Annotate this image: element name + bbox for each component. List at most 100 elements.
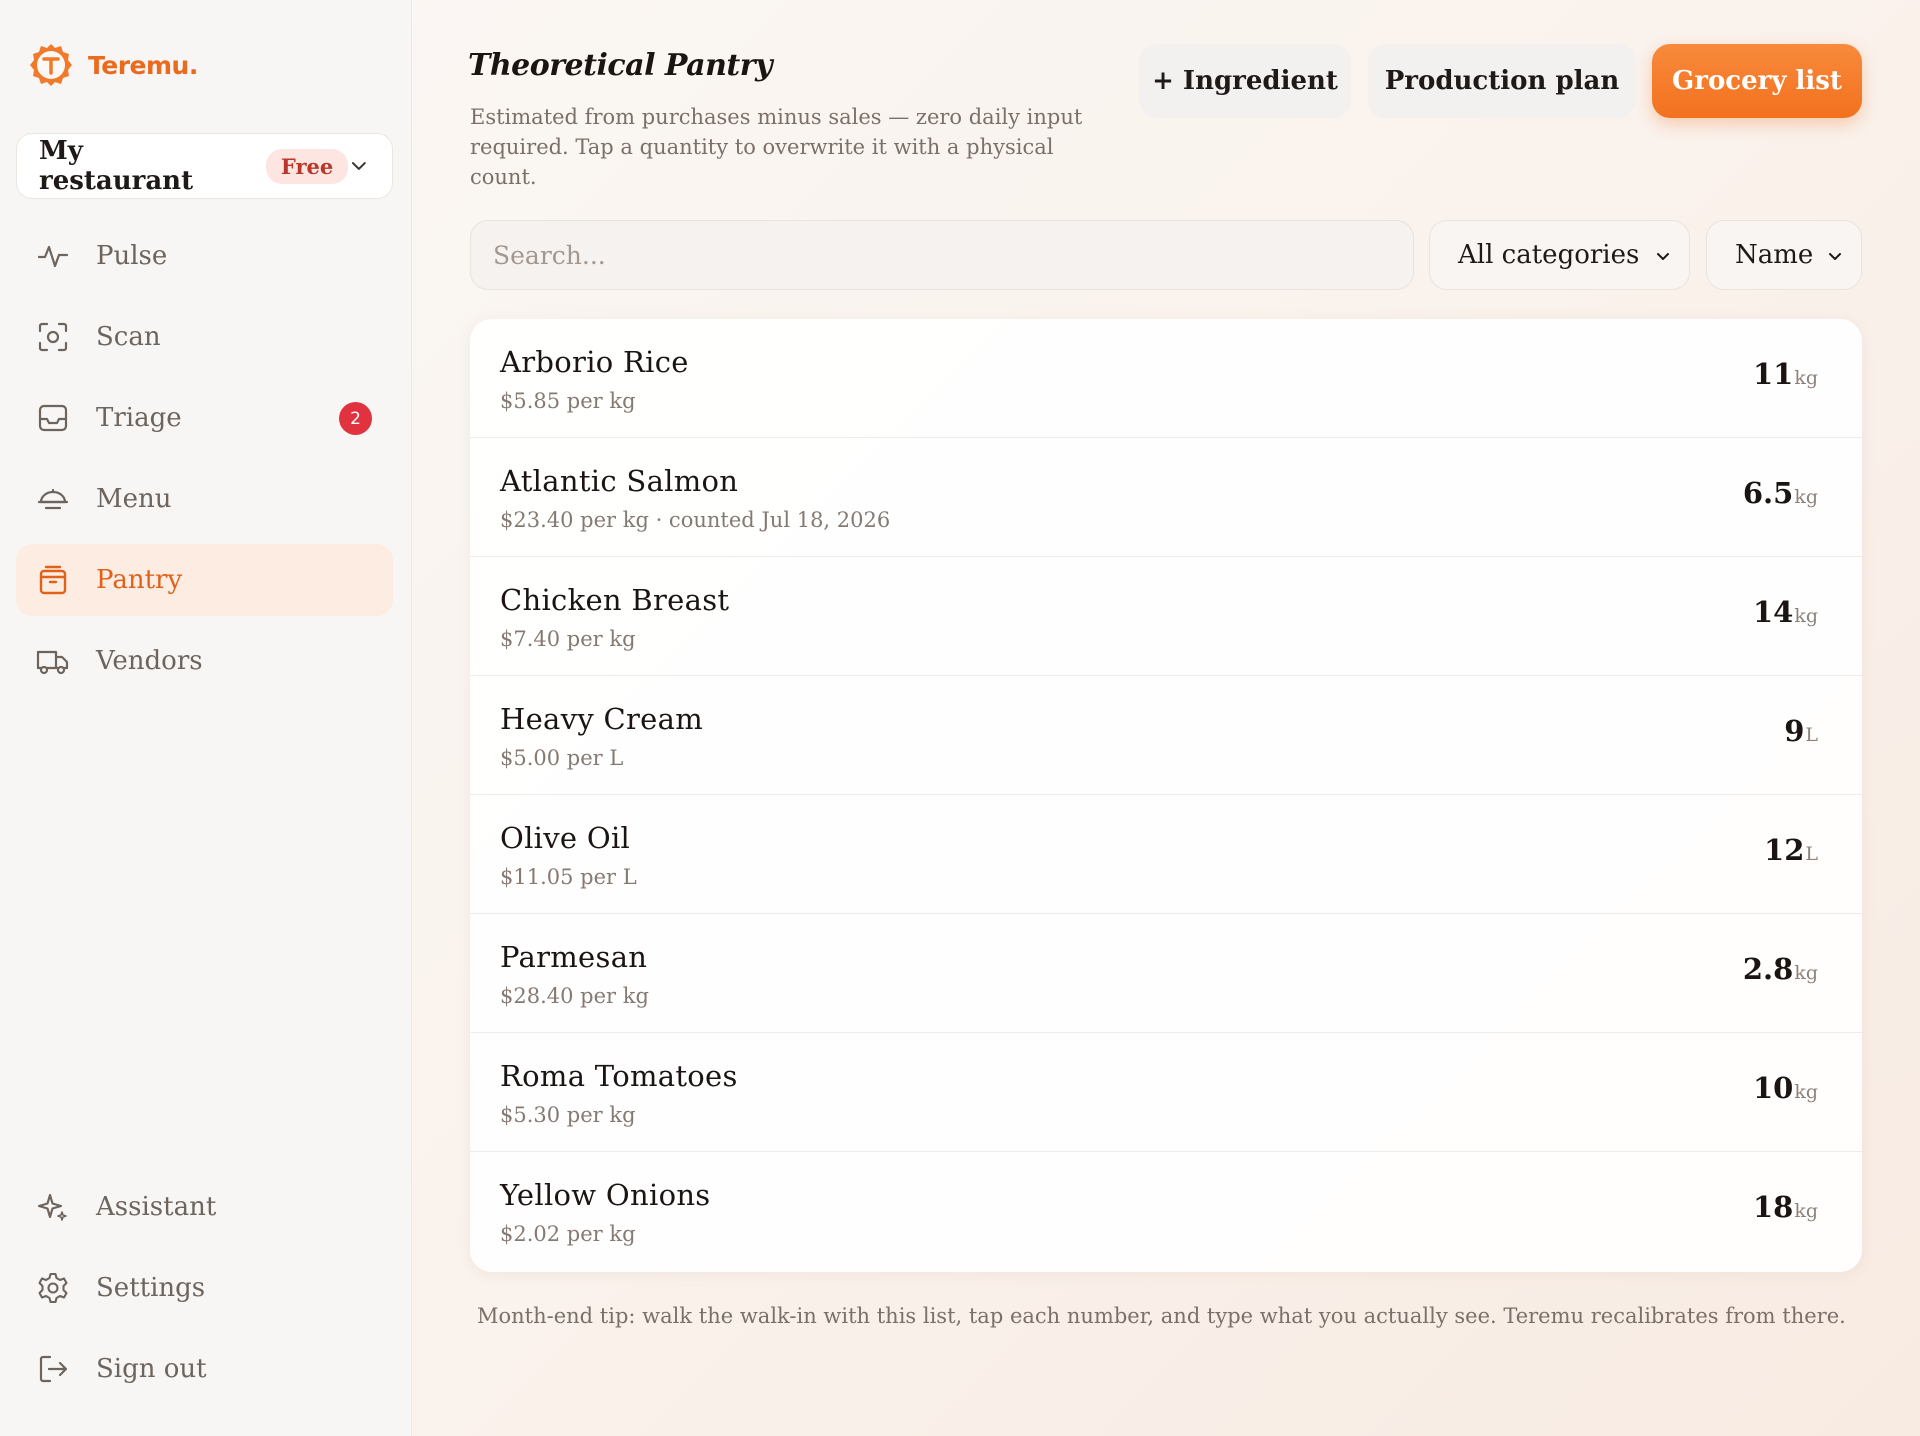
nav-label: Vendors: [96, 646, 203, 676]
item-quantity[interactable]: 14 kg: [1753, 595, 1818, 629]
production-plan-button[interactable]: Production plan: [1368, 44, 1636, 118]
item-meta: $2.02 per kg: [500, 1222, 636, 1246]
quantity-value: 12: [1764, 833, 1805, 867]
nav-item-sign-out[interactable]: Sign out: [16, 1333, 393, 1405]
nav-label: Pulse: [96, 241, 168, 271]
page-subtitle: Estimated from purchases minus sales — z…: [470, 105, 1083, 189]
list-item[interactable]: Atlantic Salmon $23.40 per kg · counted …: [470, 438, 1862, 557]
item-name: Yellow Onions: [500, 1178, 711, 1212]
month-end-tip: Month-end tip: walk the walk-in with thi…: [477, 1304, 1846, 1328]
nav-item-triage[interactable]: Triage 2: [16, 382, 393, 454]
sidebar: Teremu. My restaurant Free Pulse Scan Tr…: [0, 0, 412, 1436]
item-name: Roma Tomatoes: [500, 1059, 738, 1093]
item-quantity[interactable]: 12 L: [1764, 833, 1818, 867]
item-meta: $7.40 per kg: [500, 627, 636, 651]
logo-icon: [30, 44, 72, 86]
ingredient-list: Arborio Rice $5.85 per kg 11 kg Atlantic …: [470, 319, 1862, 1272]
plan-badge: Free: [265, 148, 349, 184]
list-item[interactable]: Heavy Cream $5.00 per L 9L: [470, 676, 1862, 795]
grocery-list-button[interactable]: Grocery list: [1652, 44, 1862, 118]
category-select-value: All categories: [1458, 240, 1640, 270]
nav-label: Assistant: [96, 1192, 217, 1222]
item-name: Chicken Breast: [500, 583, 730, 617]
pantry-icon: [39, 565, 67, 595]
item-meta: $5.85 per kg: [500, 389, 636, 413]
scan-icon: [38, 322, 68, 352]
list-item[interactable]: Olive Oil $11.05 per L 12 L: [470, 795, 1862, 914]
inbox-icon: [38, 404, 68, 432]
item-meta: $28.40 per kg: [500, 984, 649, 1008]
quantity-value: 11: [1752, 357, 1794, 391]
item-meta: $5.30 per kg: [500, 1103, 636, 1127]
quantity-unit: L: [1805, 843, 1818, 865]
quantity-value: 14: [1752, 595, 1794, 629]
truck-icon: [36, 650, 69, 675]
item-meta: $23.40 per kg · counted Jul 18, 2026: [500, 508, 891, 532]
item-quantity[interactable]: 11 kg: [1753, 357, 1818, 391]
list-item[interactable]: Roma Tomatoes $5.30 per kg 10 kg: [470, 1033, 1862, 1152]
quantity-unit: kg: [1794, 1200, 1818, 1222]
item-name: Atlantic Salmon: [500, 464, 739, 498]
quantity-value: 10: [1752, 1071, 1794, 1105]
category-select[interactable]: All categories: [1429, 220, 1690, 290]
secondary-nav: Assistant Settings Sign out: [16, 1171, 393, 1414]
sparkle-icon: [37, 1193, 67, 1221]
sign-out-icon: [39, 1355, 68, 1383]
cloche-icon: [37, 488, 69, 510]
list-item[interactable]: Chicken Breast $7.40 per kg 14 kg: [470, 557, 1862, 676]
nav-label: Settings: [96, 1273, 206, 1303]
nav-item-pulse[interactable]: Pulse: [16, 220, 393, 292]
nav-item-assistant[interactable]: Assistant: [16, 1171, 393, 1243]
chevron-down-icon: [1657, 253, 1669, 260]
quantity-unit: kg: [1794, 962, 1818, 984]
quantity-unit: L: [1805, 724, 1818, 746]
quantity-value: 6.5: [1742, 476, 1794, 510]
nav-label: Scan: [96, 322, 161, 352]
nav-item-menu[interactable]: Menu: [16, 463, 393, 535]
item-name: Olive Oil: [500, 821, 631, 855]
sort-select[interactable]: Name: [1706, 220, 1862, 290]
restaurant-switcher[interactable]: My restaurant Free: [16, 133, 393, 199]
page-title: Theoretical Pantry: [468, 48, 773, 83]
nav-label: Menu: [96, 484, 172, 514]
nav-label: Triage: [96, 403, 182, 433]
quantity-unit: kg: [1794, 605, 1818, 627]
restaurant-name: My restaurant: [39, 136, 194, 196]
search-input[interactable]: [470, 220, 1414, 290]
item-quantity[interactable]: 2.8 kg: [1743, 952, 1818, 986]
item-name: Parmesan: [500, 940, 648, 974]
item-quantity[interactable]: 18 kg: [1753, 1190, 1818, 1224]
triage-count-badge: 2: [339, 402, 372, 435]
item-meta: $5.00 per L: [500, 746, 624, 770]
item-meta: $11.05 per L: [500, 865, 637, 889]
logo[interactable]: Teremu.: [28, 42, 198, 88]
chevron-down-icon: [1829, 253, 1841, 260]
nav-item-settings[interactable]: Settings: [16, 1252, 393, 1324]
nav-item-pantry[interactable]: Pantry: [16, 544, 393, 616]
add-ingredient-button[interactable]: + Ingredient: [1139, 44, 1351, 118]
chevron-down-icon: [352, 162, 367, 170]
nav-label: Pantry: [96, 565, 183, 595]
list-item[interactable]: Parmesan $28.40 per kg 2.8 kg: [470, 914, 1862, 1033]
pulse-icon: [37, 245, 69, 268]
list-item[interactable]: Yellow Onions $2.02 per kg 18 kg: [470, 1152, 1862, 1271]
quantity-value: 9: [1784, 714, 1805, 748]
quantity-unit: kg: [1794, 486, 1818, 508]
quantity-value: 18: [1752, 1190, 1794, 1224]
sort-select-value: Name: [1735, 240, 1814, 270]
item-quantity[interactable]: 9L: [1784, 714, 1818, 748]
list-item[interactable]: Arborio Rice $5.85 per kg 11 kg: [470, 319, 1862, 438]
app-name: Teremu.: [88, 50, 198, 80]
nav-label: Sign out: [96, 1354, 207, 1384]
quantity-unit: kg: [1794, 367, 1818, 389]
quantity-unit: kg: [1794, 1081, 1818, 1103]
gear-icon: [38, 1272, 68, 1304]
nav-item-vendors[interactable]: Vendors: [16, 625, 393, 697]
main-nav: Pulse Scan Triage 2 Menu Pantry Vendors: [16, 220, 393, 706]
quantity-value: 2.8: [1742, 952, 1794, 986]
nav-item-scan[interactable]: Scan: [16, 301, 393, 373]
item-name: Heavy Cream: [500, 702, 704, 736]
item-quantity[interactable]: 10 kg: [1753, 1071, 1818, 1105]
item-name: Arborio Rice: [500, 345, 689, 379]
item-quantity[interactable]: 6.5 kg: [1743, 476, 1818, 510]
